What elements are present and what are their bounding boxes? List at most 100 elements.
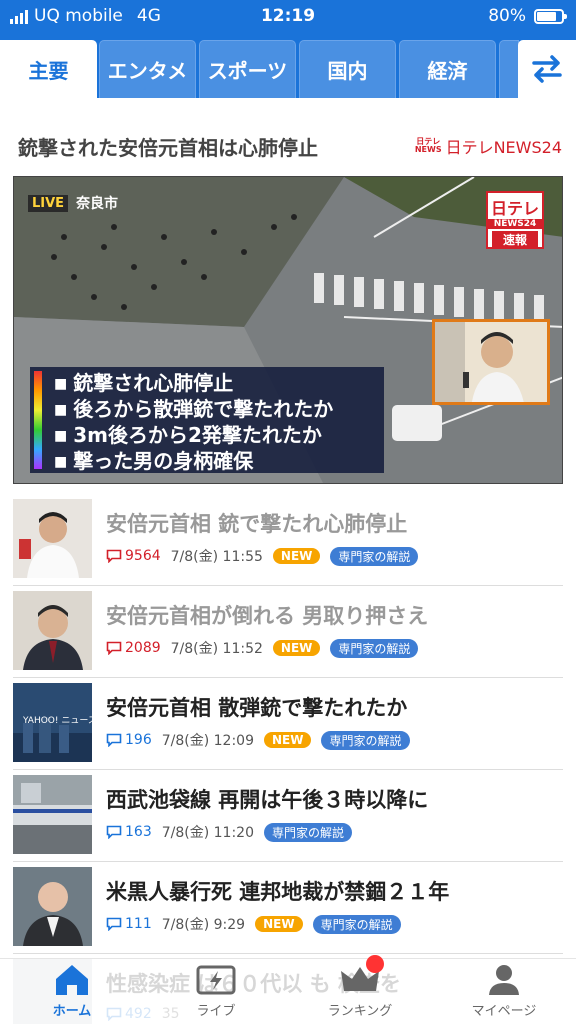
broadcaster-logo-line3: 速報 — [492, 231, 538, 248]
news-thumbnail — [13, 867, 92, 946]
source-name: 日テレNEWS24 — [445, 138, 562, 157]
headline-source: 日テレ NEWS 日テレNEWS24 — [415, 134, 562, 158]
video-location: 奈良市 — [76, 196, 119, 212]
news-title[interactable]: 安倍元首相 散弾銃で撃たれたか — [106, 692, 407, 722]
news-meta: 163 7/8(金) 11:20 専門家の解説 — [106, 822, 353, 842]
category-tab-bar: 主要 エンタメ スポーツ 国内 経済 — [0, 34, 576, 98]
news-title[interactable]: 米黒人暴行死 連邦地裁が禁錮２１年 — [106, 876, 449, 906]
comment-count[interactable]: 2089 — [106, 640, 161, 656]
tab-next-partial[interactable] — [499, 40, 519, 98]
news-list-item[interactable]: YAHOO! ニュース 安倍元首相 散弾銃で撃たれたか 196 7/8(金) 12:0… — [0, 678, 576, 770]
news-thumbnail-image — [13, 867, 92, 946]
comment-count[interactable]: 111 — [106, 916, 152, 932]
battery-fill — [537, 11, 557, 21]
status-bar: UQ mobile 4G 12:19 80% — [0, 0, 576, 34]
news-list-item[interactable]: 米黒人暴行死 連邦地裁が禁錮２１年 111 7/8(金) 9:29 NEW 専門家の解説 — [0, 862, 576, 954]
nav-live[interactable]: ライブ — [144, 959, 288, 1024]
comment-count-value: 163 — [125, 824, 152, 840]
inset-speaker-image — [435, 322, 547, 402]
caption-line: 後ろから散弾銃で撃たれたか — [54, 397, 374, 423]
broadcaster-logo: 日テレ NEWS24 速報 — [486, 191, 544, 249]
news-date: 7/8(金) 11:52 — [170, 641, 263, 657]
comment-count[interactable]: 196 — [106, 732, 152, 748]
news-title[interactable]: 安倍元首相 銃で撃たれ心肺停止 — [106, 508, 407, 538]
swap-arrows-icon — [532, 55, 562, 83]
tab-economy[interactable]: 経済 — [399, 40, 496, 98]
nav-mypage-label: マイページ — [471, 1004, 537, 1019]
live-badge: LIVE — [28, 194, 69, 212]
news-date: 7/8(金) 12:09 — [161, 733, 254, 749]
expert-commentary-badge[interactable]: 専門家の解説 — [321, 730, 410, 750]
new-badge: NEW — [272, 548, 321, 564]
news-thumbnail-image: YAHOO! ニュース — [13, 683, 92, 762]
news-source-logo: 日テレ NEWS — [415, 138, 442, 154]
tab-sports[interactable]: スポーツ — [199, 40, 296, 98]
news-thumbnail: YAHOO! ニュース — [13, 683, 92, 762]
comment-bubble-icon — [106, 641, 122, 655]
new-badge: NEW — [255, 916, 303, 932]
caption-line: 3m後ろから2発撃たれたか — [54, 423, 374, 449]
news-meta: 9564 7/8(金) 11:55 NEW 専門家の解説 — [106, 546, 419, 566]
notification-dot — [366, 955, 384, 973]
new-badge: NEW — [272, 640, 321, 656]
picture-in-picture-inset — [432, 319, 550, 405]
comment-bubble-icon — [106, 549, 122, 563]
nav-mypage[interactable]: マイページ — [432, 959, 576, 1024]
bottom-navigation: ホーム ライブ ランキング マイページ — [0, 955, 576, 1024]
nav-ranking-label: ランキング — [327, 1004, 393, 1019]
expert-commentary-badge[interactable]: 専門家の解説 — [330, 546, 419, 566]
news-list-item[interactable]: 西武池袋線 再開は午後３時以降に 163 7/8(金) 11:20 専門家の解説 — [0, 770, 576, 862]
comment-count-value: 111 — [125, 916, 152, 932]
news-thumbnail — [13, 499, 92, 578]
new-badge: NEW — [264, 732, 312, 748]
expert-commentary-badge[interactable]: 専門家の解説 — [312, 914, 401, 934]
caption-line: 銃撃され心肺停止 — [54, 371, 374, 397]
news-date: 7/8(金) 11:20 — [161, 825, 254, 841]
expert-commentary-badge[interactable]: 専門家の解説 — [330, 638, 419, 658]
news-title[interactable]: 西武池袋線 再開は午後３時以降に — [106, 784, 428, 814]
status-right: 80% — [488, 6, 567, 26]
tab-switch-button[interactable] — [518, 40, 576, 98]
comment-count-value: 9564 — [125, 548, 161, 564]
tab-entertainment[interactable]: エンタメ — [99, 40, 196, 98]
caption-line: 撃った男の身柄確保 — [54, 449, 374, 475]
news-thumbnail — [13, 591, 92, 670]
headline-title[interactable]: 銃撃された安倍元首相は心肺停止 — [18, 132, 318, 161]
news-meta: 2089 7/8(金) 11:52 NEW 専門家の解説 — [106, 638, 419, 658]
comment-bubble-icon — [106, 917, 122, 931]
comment-count-value: 2089 — [125, 640, 161, 656]
comment-count[interactable]: 163 — [106, 824, 152, 840]
battery-percent: 80% — [488, 6, 526, 26]
comment-count[interactable]: 9564 — [106, 548, 161, 564]
tab-main[interactable]: 主要 — [0, 40, 97, 98]
news-list-item[interactable]: 安倍元首相が倒れる 男取り押さえ 2089 7/8(金) 11:52 NEW 専門家の解… — [0, 586, 576, 678]
expert-commentary-badge[interactable]: 専門家の解説 — [264, 822, 353, 842]
nav-ranking[interactable]: ランキング — [288, 955, 432, 1024]
comment-bubble-icon — [106, 825, 122, 839]
comment-count-value: 196 — [125, 732, 152, 748]
thumbnail-logo-text: YAHOO! ニュース — [22, 716, 92, 726]
top-headline[interactable]: 銃撃された安倍元首相は心肺停止 日テレ NEWS 日テレNEWS24 — [0, 98, 576, 176]
nav-home[interactable]: ホーム — [0, 959, 144, 1024]
battery-icon — [534, 8, 567, 24]
news-thumbnail-image — [13, 499, 92, 578]
nav-live-label: ライブ — [196, 1004, 236, 1019]
news-date: 7/8(金) 11:55 — [170, 549, 263, 565]
live-indicator: LIVE 奈良市 — [28, 193, 118, 213]
comment-bubble-icon — [106, 733, 122, 747]
person-icon — [489, 965, 519, 995]
news-meta: 196 7/8(金) 12:09 NEW 専門家の解説 — [106, 730, 410, 750]
news-date: 7/8(金) 9:29 — [161, 917, 246, 933]
news-list-item[interactable]: 安倍元首相 銃で撃たれ心肺停止 9564 7/8(金) 11:55 NEW 専門家の解説 — [0, 494, 576, 586]
news-thumbnail-image — [13, 775, 92, 854]
broadcaster-logo-line2: NEWS24 — [488, 219, 542, 229]
news-title[interactable]: 安倍元首相が倒れる 男取り押さえ — [106, 600, 428, 630]
broadcaster-logo-line1: 日テレ — [490, 199, 539, 218]
home-icon — [56, 965, 88, 995]
news-caption-box: 銃撃され心肺停止 後ろから散弾銃で撃たれたか 3m後ろから2発撃たれたか 撃った… — [30, 367, 384, 473]
tab-domestic[interactable]: 国内 — [299, 40, 396, 98]
source-logo-bottom: NEWS — [414, 145, 442, 154]
live-video-player[interactable]: LIVE 奈良市 日テレ NEWS24 速報 銃撃され心肺停止 後ろから散弾銃で… — [13, 176, 563, 484]
live-tv-icon — [196, 965, 236, 995]
news-thumbnail — [13, 775, 92, 854]
